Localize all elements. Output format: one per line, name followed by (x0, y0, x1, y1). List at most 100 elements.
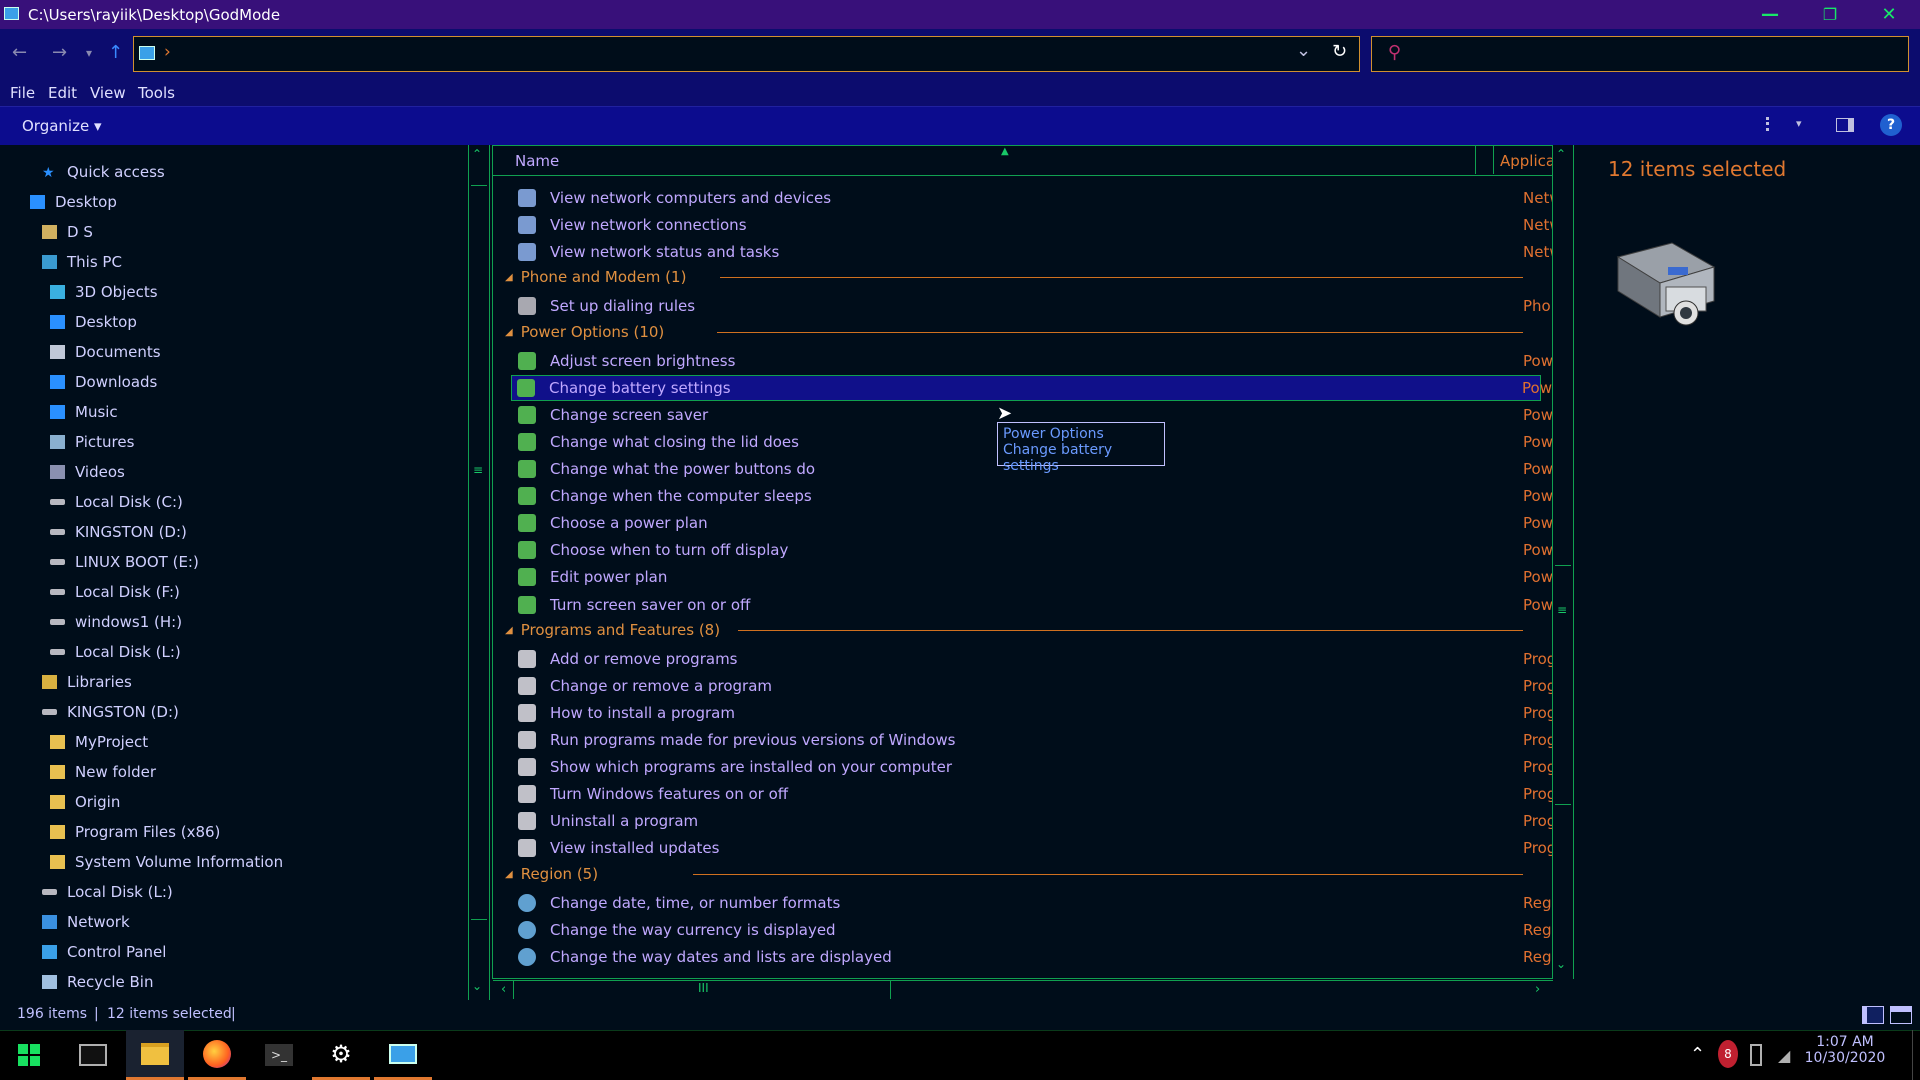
list-item[interactable]: Choose a power plan Power O (513, 510, 1579, 536)
nav-item[interactable]: LINUX BOOT (E:) (50, 549, 199, 575)
view-dropdown-icon[interactable]: ▾ (1796, 117, 1802, 130)
help-icon[interactable]: ? (1880, 114, 1902, 136)
organize-button[interactable]: Organize ▾ (22, 117, 102, 135)
nav-item[interactable]: D S (42, 219, 93, 245)
nav-item[interactable]: Local Disk (C:) (50, 489, 183, 515)
list-item[interactable]: Change or remove a programProgram (513, 673, 1579, 699)
back-arrow-icon[interactable]: ← (12, 42, 27, 63)
nav-item[interactable]: Control Panel (42, 939, 166, 965)
nav-scroll-thumb[interactable] (471, 185, 487, 920)
group-header[interactable]: ◢ Region (5) (505, 861, 598, 887)
menu-edit[interactable]: Edit (48, 84, 77, 102)
nav-item[interactable]: ★ Quick access (42, 159, 165, 185)
list-item[interactable]: Choose when to turn off display Power O (513, 537, 1579, 563)
scroll-left-icon[interactable]: ‹ (501, 982, 506, 997)
search-input[interactable]: ⚲ (1371, 36, 1909, 72)
close-button[interactable]: ✕ (1860, 0, 1918, 29)
nav-item[interactable]: Libraries (42, 669, 132, 695)
list-item[interactable]: View network computers and devicesNetwor… (513, 185, 1579, 211)
list-item[interactable]: Change when the computer sleeps Power O (513, 483, 1579, 509)
nav-item[interactable]: Program Files (x86) (50, 819, 220, 845)
up-arrow-icon[interactable]: ↑ (108, 42, 123, 63)
group-header[interactable]: ◢ Phone and Modem (1) (505, 264, 686, 290)
nav-item[interactable]: windows1 (H:) (50, 609, 182, 635)
nav-item[interactable]: Desktop (50, 309, 137, 335)
menu-file[interactable]: File (10, 84, 35, 102)
list-item[interactable]: View network connectionsNetwork (513, 212, 1579, 238)
start-button[interactable] (0, 1030, 58, 1080)
list-item[interactable]: Run programs made for previous versions … (513, 727, 1579, 753)
show-hidden-icons-icon[interactable]: ⌃ (1690, 1044, 1705, 1065)
list-item[interactable]: Edit power plan Power O (513, 564, 1579, 590)
taskbar-terminal[interactable] (64, 1030, 122, 1080)
maximize-button[interactable]: ❐ (1801, 0, 1859, 29)
column-applications[interactable]: Applica (1500, 152, 1555, 170)
group-header[interactable]: ◢ Power Options (10) (505, 319, 664, 345)
list-item[interactable]: Change the way currency is displayed Regi… (513, 917, 1574, 943)
list-item[interactable]: Uninstall a programProgram (513, 808, 1579, 834)
list-item[interactable]: Turn screen saver on or off Power O (513, 592, 1579, 618)
group-header[interactable]: ◢ Programs and Features (8) (505, 617, 720, 643)
scroll-up-icon[interactable]: ⌃ (1556, 147, 1566, 161)
taskbar-file-explorer[interactable] (126, 1030, 184, 1080)
file-scroll-thumb[interactable] (1555, 565, 1571, 805)
collapse-group-icon[interactable]: ◢ (505, 625, 513, 636)
scroll-right-icon[interactable]: › (1535, 982, 1540, 997)
list-item[interactable]: Change the way dates and lists are displ… (513, 944, 1574, 970)
nav-item[interactable]: MyProject (50, 729, 148, 755)
menu-tools[interactable]: Tools (138, 84, 175, 102)
collapse-group-icon[interactable]: ◢ (505, 272, 513, 283)
nav-item[interactable]: 3D Objects (50, 279, 158, 305)
minimize-button[interactable]: — (1741, 0, 1799, 29)
tray-app-icon[interactable]: 8 (1718, 1040, 1738, 1068)
forward-arrow-icon[interactable]: → (52, 42, 67, 63)
network-status-icon[interactable]: ◢ (1778, 1046, 1790, 1065)
scroll-down-icon[interactable]: ⌄ (1556, 957, 1566, 971)
nav-item[interactable]: Origin (50, 789, 120, 815)
refresh-icon[interactable]: ↻ (1332, 41, 1347, 62)
menu-view[interactable]: View (90, 84, 126, 102)
nav-item[interactable]: Downloads (50, 369, 157, 395)
nav-item[interactable]: Recycle Bin (42, 969, 153, 995)
nav-item[interactable]: Network (42, 909, 130, 935)
list-item[interactable]: Change date, time, or number formats Regi… (513, 890, 1574, 916)
nav-item[interactable]: System Volume Information (50, 849, 283, 875)
nav-item[interactable]: KINGSTON (D:) (50, 519, 187, 545)
large-icons-view-icon[interactable] (1890, 1006, 1912, 1024)
column-divider[interactable] (1475, 146, 1476, 174)
collapse-group-icon[interactable]: ◢ (505, 327, 513, 338)
list-item[interactable]: Change battery settings Power O (511, 375, 1578, 401)
nav-item[interactable]: Music (50, 399, 118, 425)
file-list-scrollbar[interactable]: ⌃ ≡ ⌄ (1552, 145, 1574, 979)
scroll-up-icon[interactable]: ⌃ (472, 147, 482, 161)
nav-item[interactable]: This PC (42, 249, 122, 275)
horizontal-scrollbar[interactable]: ‹ III › (493, 980, 1553, 1000)
taskbar-control-panel[interactable] (374, 1030, 432, 1080)
clock[interactable]: 1:07 AM 10/30/2020 (1800, 1034, 1890, 1078)
nav-item[interactable]: Videos (50, 459, 125, 485)
nav-item[interactable]: Local Disk (L:) (50, 639, 181, 665)
nav-item[interactable]: Pictures (50, 429, 134, 455)
list-item[interactable]: How to install a programProgram (513, 700, 1579, 726)
list-item[interactable]: View network status and tasksNetwork (513, 239, 1579, 265)
column-name[interactable]: Name (515, 152, 559, 170)
scroll-down-icon[interactable]: ⌄ (472, 979, 482, 993)
change-view-icon[interactable] (1766, 117, 1784, 131)
nav-item[interactable]: Local Disk (F:) (50, 579, 180, 605)
address-bar[interactable]: › ⌄ ↻ (133, 36, 1360, 72)
list-item[interactable]: View installed updatesProgram (513, 835, 1579, 861)
nav-item[interactable]: Documents (50, 339, 161, 365)
list-item[interactable]: Adjust screen brightness Power O (513, 348, 1579, 374)
usb-drive-icon[interactable] (1750, 1044, 1762, 1066)
breadcrumb-separator-icon[interactable]: › (164, 42, 171, 62)
nav-scrollbar[interactable]: ⌃ ≡ ⌄ (468, 145, 490, 1001)
taskbar-console[interactable]: >_ (250, 1030, 308, 1080)
preview-pane-icon[interactable] (1836, 118, 1854, 132)
nav-item[interactable]: KINGSTON (D:) (42, 699, 179, 725)
column-divider[interactable] (1493, 146, 1494, 174)
list-item[interactable]: Add or remove programsProgram (513, 646, 1579, 672)
taskbar-firefox[interactable] (188, 1030, 246, 1080)
taskbar-settings[interactable]: ⚙ (312, 1030, 370, 1080)
collapse-group-icon[interactable]: ◢ (505, 869, 513, 880)
list-item[interactable]: Show which programs are installed on you… (513, 754, 1579, 780)
